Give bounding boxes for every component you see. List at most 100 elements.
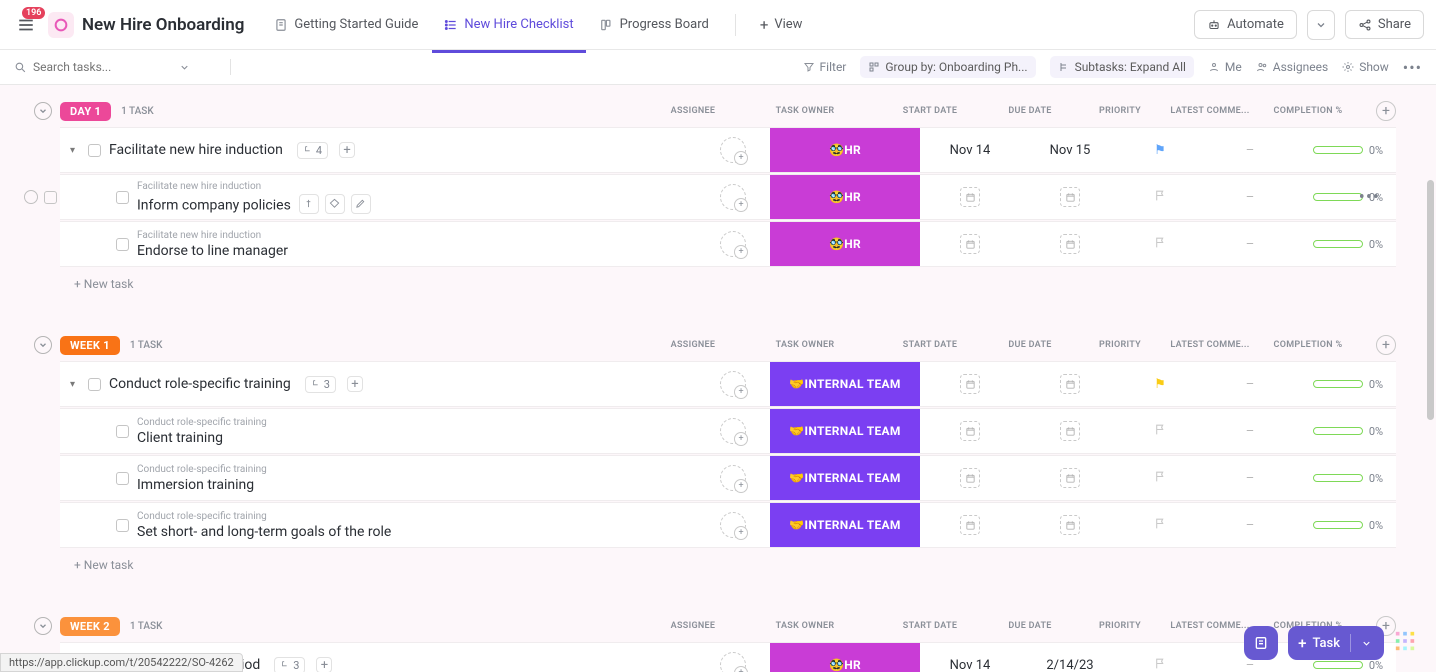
- task-name[interactable]: Facilitate new hire induction: [109, 142, 283, 158]
- group-by-button[interactable]: Group by: Onboarding Ph...: [860, 56, 1035, 78]
- collapse-group-button[interactable]: [34, 336, 52, 354]
- new-task-button[interactable]: + New task: [60, 267, 1396, 301]
- me-button[interactable]: Me: [1208, 60, 1242, 74]
- task-owner-tag[interactable]: 🥸HR: [770, 128, 920, 172]
- edit-button[interactable]: [351, 194, 371, 214]
- assignees-button[interactable]: Assignees: [1256, 60, 1328, 74]
- completion-cell[interactable]: 0%: [1313, 144, 1383, 157]
- assignee-picker[interactable]: [720, 137, 746, 163]
- expand-caret[interactable]: ▾: [70, 145, 80, 156]
- date-picker[interactable]: [1060, 421, 1080, 441]
- task-name[interactable]: Conduct role-specific training: [109, 376, 291, 392]
- date-picker[interactable]: [1060, 515, 1080, 535]
- add-subtask-button[interactable]: +: [339, 142, 355, 158]
- automate-dropdown[interactable]: [1307, 10, 1335, 40]
- assignee-picker[interactable]: [720, 184, 746, 210]
- subtask-count[interactable]: 3: [274, 657, 305, 672]
- priority-picker[interactable]: [1154, 189, 1167, 206]
- task-checkbox[interactable]: [116, 519, 129, 532]
- subtask-count[interactable]: 3: [305, 376, 336, 393]
- date-picker[interactable]: [1060, 374, 1080, 394]
- completion-cell[interactable]: 0%: [1313, 659, 1383, 672]
- task-checkbox[interactable]: [88, 144, 101, 157]
- subtasks-button[interactable]: Subtasks: Expand All: [1050, 56, 1194, 78]
- priority-picker[interactable]: [1154, 236, 1167, 253]
- priority-picker[interactable]: [1154, 423, 1167, 440]
- task-row[interactable]: ▾ Track onboarding period 3 + 🥸HR Nov 14…: [60, 642, 1396, 672]
- group-pill[interactable]: WEEK 2: [60, 617, 120, 636]
- group-pill[interactable]: DAY 1: [60, 102, 111, 121]
- filter-button[interactable]: Filter: [803, 60, 847, 74]
- chevron-down-icon[interactable]: [1361, 638, 1372, 649]
- show-button[interactable]: Show: [1342, 60, 1389, 74]
- more-button[interactable]: •••: [1403, 58, 1422, 77]
- date-picker[interactable]: [1060, 468, 1080, 488]
- date-picker[interactable]: [960, 187, 980, 207]
- parent-breadcrumb[interactable]: Conduct role-specific training: [137, 511, 391, 522]
- task-checkbox[interactable]: [116, 425, 129, 438]
- scrollbar-thumb[interactable]: [1427, 180, 1434, 420]
- completion-cell[interactable]: 0%: [1313, 425, 1383, 438]
- priority-picker[interactable]: [1154, 470, 1167, 487]
- parent-breadcrumb[interactable]: Facilitate new hire induction: [137, 181, 371, 192]
- subtask-row[interactable]: Facilitate new hire induction Endorse to…: [60, 221, 1396, 267]
- date-picker[interactable]: [1060, 234, 1080, 254]
- task-owner-tag[interactable]: 🤝INTERNAL TEAM: [770, 503, 920, 547]
- assignee-picker[interactable]: [720, 231, 746, 257]
- select-circle[interactable]: [24, 190, 38, 204]
- due-date[interactable]: 2/14/23: [1046, 658, 1093, 672]
- completion-cell[interactable]: 0%: [1313, 378, 1383, 391]
- tag-button[interactable]: [325, 194, 345, 214]
- subtask-count[interactable]: 4: [297, 142, 328, 159]
- date-picker[interactable]: [960, 468, 980, 488]
- priority-flag-low[interactable]: ⚑: [1154, 143, 1166, 158]
- task-checkbox[interactable]: [116, 472, 129, 485]
- due-date[interactable]: Nov 15: [1050, 143, 1091, 158]
- collapse-group-button[interactable]: [34, 617, 52, 635]
- automate-button[interactable]: Automate: [1194, 10, 1297, 39]
- task-checkbox[interactable]: [116, 191, 129, 204]
- task-name[interactable]: Inform company policies: [137, 194, 371, 214]
- add-column-button[interactable]: +: [1376, 335, 1396, 355]
- assignee-picker[interactable]: [720, 512, 746, 538]
- row-more-button[interactable]: •••: [1359, 187, 1380, 208]
- priority-picker[interactable]: [1154, 517, 1167, 534]
- start-date[interactable]: Nov 14: [950, 658, 991, 672]
- apps-fab[interactable]: [1394, 630, 1420, 656]
- task-name[interactable]: Immersion training: [137, 477, 267, 493]
- subtask-row[interactable]: Facilitate new hire induction Inform com…: [60, 174, 1396, 220]
- date-picker[interactable]: [960, 515, 980, 535]
- priority-flag-medium[interactable]: ⚑: [1154, 377, 1166, 392]
- task-name[interactable]: Endorse to line manager: [137, 243, 288, 259]
- chevron-down-icon[interactable]: [179, 62, 190, 73]
- task-owner-tag[interactable]: 🤝INTERNAL TEAM: [770, 456, 920, 500]
- task-name[interactable]: Client training: [137, 430, 267, 446]
- parent-breadcrumb[interactable]: Facilitate new hire induction: [137, 230, 288, 241]
- start-date[interactable]: Nov 14: [950, 143, 991, 158]
- new-task-fab[interactable]: + Task: [1288, 626, 1384, 660]
- task-owner-tag[interactable]: 🤝INTERNAL TEAM: [770, 362, 920, 406]
- completion-cell[interactable]: 0%: [1313, 472, 1383, 485]
- tab-progress-board[interactable]: Progress Board: [588, 9, 721, 40]
- notepad-fab[interactable]: [1244, 626, 1278, 660]
- task-owner-tag[interactable]: 🥸HR: [770, 175, 920, 219]
- tab-getting-started[interactable]: Getting Started Guide: [262, 9, 430, 40]
- rename-button[interactable]: [299, 194, 319, 214]
- new-task-button[interactable]: + New task: [60, 548, 1396, 582]
- expand-caret[interactable]: ▾: [70, 379, 80, 390]
- subtask-row[interactable]: Conduct role-specific training Immersion…: [60, 455, 1396, 501]
- task-name[interactable]: Set short- and long-term goals of the ro…: [137, 524, 391, 540]
- collapse-group-button[interactable]: [34, 102, 52, 120]
- task-checkbox[interactable]: [116, 238, 129, 251]
- add-subtask-button[interactable]: +: [316, 657, 332, 672]
- assignee-picker[interactable]: [720, 418, 746, 444]
- tab-new-hire-checklist[interactable]: New Hire Checklist: [432, 9, 585, 40]
- date-picker[interactable]: [960, 234, 980, 254]
- task-row[interactable]: ▾ Facilitate new hire induction 4 + 🥸HR …: [60, 127, 1396, 173]
- assignee-picker[interactable]: [720, 465, 746, 491]
- date-picker[interactable]: [960, 374, 980, 394]
- task-owner-tag[interactable]: 🥸HR: [770, 222, 920, 266]
- group-pill[interactable]: WEEK 1: [60, 336, 120, 355]
- date-picker[interactable]: [960, 421, 980, 441]
- add-subtask-button[interactable]: +: [347, 376, 363, 392]
